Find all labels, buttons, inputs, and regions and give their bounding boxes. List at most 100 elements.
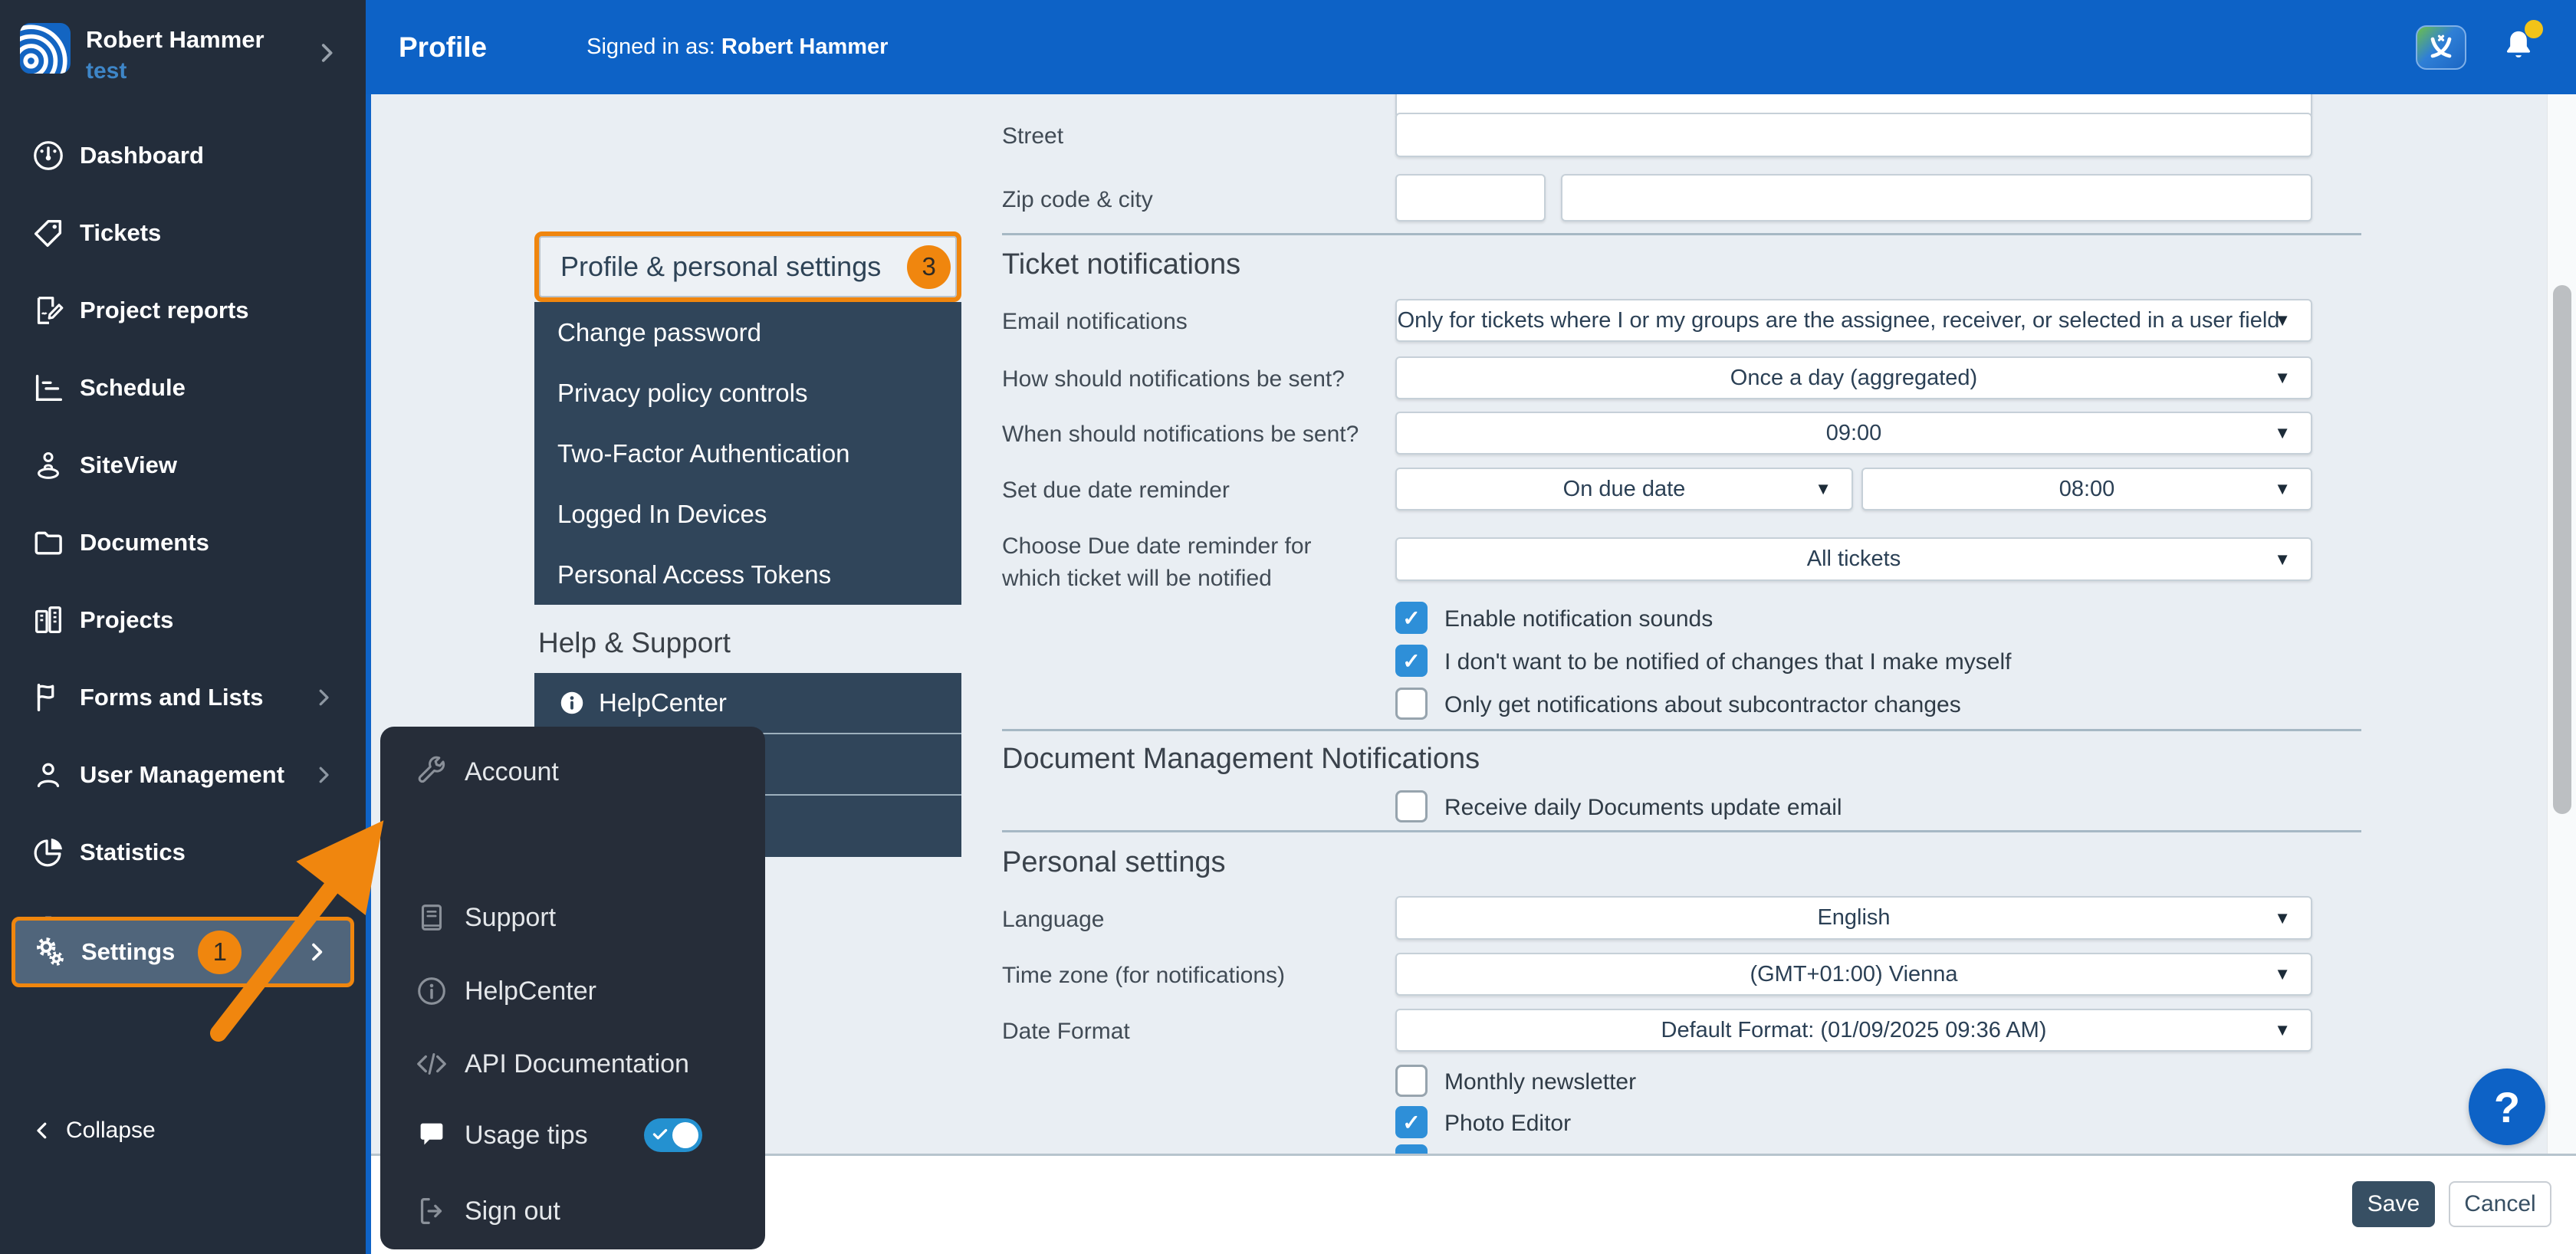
gears-icon	[32, 934, 67, 970]
caret-down-icon: ▼	[2274, 908, 2291, 928]
daily-documents-checkbox[interactable]	[1395, 790, 1428, 822]
due-reminder-time-select[interactable]: 08:00 ▼	[1861, 468, 2312, 510]
language-select[interactable]: English ▼	[1395, 896, 2312, 940]
choose-due-select[interactable]: All tickets ▼	[1395, 537, 2312, 581]
how-sent-value: Once a day (aggregated)	[1730, 366, 1977, 391]
toggle-knob	[672, 1122, 698, 1148]
settings-nav-item-tokens[interactable]: Personal Access Tokens	[534, 544, 961, 605]
zip-city-label: Zip code & city	[1002, 187, 1153, 213]
section-divider	[1002, 830, 2361, 832]
pie-chart-icon	[31, 835, 66, 870]
caret-down-icon: ▼	[1815, 479, 1832, 499]
caret-down-icon: ▼	[2274, 550, 2291, 570]
sign-out-icon	[414, 1193, 449, 1229]
daily-documents-label: Receive daily Documents update email	[1444, 795, 1842, 821]
sidebar-item-forms-and-lists[interactable]: Forms and Lists	[0, 658, 366, 736]
sidebar-item-projects[interactable]: Projects	[0, 581, 366, 658]
sidebar-item-documents[interactable]: Documents	[0, 504, 366, 581]
report-pencil-icon	[31, 293, 66, 328]
how-sent-label: How should notifications be sent?	[1002, 366, 1345, 392]
dateformat-value: Default Format: (01/09/2025 09:36 AM)	[1661, 1018, 2047, 1043]
app-logo-icon	[2424, 31, 2458, 64]
caret-down-icon: ▼	[2274, 310, 2291, 330]
sidebar-item-siteview[interactable]: SiteView	[0, 426, 366, 504]
help-item-helpcenter[interactable]: HelpCenter	[534, 673, 961, 734]
caret-down-icon: ▼	[2274, 368, 2291, 388]
company-logo-icon	[20, 23, 71, 74]
email-notifications-label: Email notifications	[1002, 309, 1188, 335]
gauge-icon	[31, 138, 66, 173]
sidebar-item-project-reports[interactable]: Project reports	[0, 271, 366, 349]
sidebar-item-statistics[interactable]: Statistics	[0, 813, 366, 891]
signed-in-text: Signed in as: Robert Hammer	[586, 34, 888, 60]
due-reminder-type-value: On due date	[1563, 477, 1686, 502]
notification-sounds-checkbox[interactable]: ✓	[1395, 602, 1428, 634]
dateformat-select[interactable]: Default Format: (01/09/2025 09:36 AM) ▼	[1395, 1009, 2312, 1052]
notifications-button[interactable]	[2499, 25, 2542, 71]
when-sent-select[interactable]: 09:00 ▼	[1395, 412, 2312, 455]
scrollbar-thumb[interactable]	[2553, 285, 2571, 814]
photo-editor-checkbox[interactable]: ✓	[1395, 1106, 1428, 1138]
sidebar-item-dashboard[interactable]: Dashboard	[0, 117, 366, 194]
no-self-notify-label: I don't want to be notified of changes t…	[1444, 649, 2011, 675]
help-support-heading: Help & Support	[538, 627, 731, 659]
monthly-newsletter-checkbox[interactable]	[1395, 1065, 1428, 1097]
chevron-right-icon	[312, 686, 335, 709]
settings-nav-item-privacy[interactable]: Privacy policy controls	[534, 363, 961, 423]
settings-nav-item-2fa[interactable]: Two-Factor Authentication	[534, 423, 961, 484]
info-icon	[557, 688, 586, 717]
personal-settings-heading: Personal settings	[1002, 846, 1226, 879]
dateformat-label: Date Format	[1002, 1019, 1130, 1045]
usage-tips-toggle[interactable]	[644, 1118, 702, 1152]
settings-nav-list: Change password Privacy policy controls …	[534, 302, 961, 605]
email-notifications-select[interactable]: Only for tickets where I or my groups ar…	[1395, 299, 2312, 342]
step-badge-3: 3	[907, 245, 951, 289]
menu-item-usage-tips[interactable]: Usage tips	[380, 1111, 765, 1160]
settings-nav-item-devices[interactable]: Logged In Devices	[534, 484, 961, 544]
no-self-notify-checkbox[interactable]: ✓	[1395, 645, 1428, 677]
check-icon	[650, 1124, 670, 1144]
signed-in-user: Robert Hammer	[721, 34, 889, 59]
app-switcher-button[interactable]	[2416, 25, 2466, 70]
gantt-icon	[31, 370, 66, 405]
menu-item-sign-out[interactable]: Sign out	[380, 1187, 765, 1236]
city-input[interactable]	[1561, 174, 2312, 222]
due-reminder-type-select[interactable]: On due date ▼	[1395, 468, 1853, 510]
menu-item-support[interactable]: Support	[380, 893, 765, 942]
save-button[interactable]: Save	[2352, 1181, 2435, 1227]
person-pin-icon	[31, 448, 66, 483]
chevron-right-icon	[312, 763, 335, 786]
how-sent-select[interactable]: Once a day (aggregated) ▼	[1395, 356, 2312, 399]
menu-item-account[interactable]: Account	[380, 747, 765, 796]
settings-nav-active-item[interactable]: Profile & personal settings 3	[534, 231, 961, 302]
sidebar-item-user-management[interactable]: User Management	[0, 736, 366, 813]
account-switcher[interactable]: Robert Hammer test	[0, 0, 366, 107]
wrench-icon	[414, 754, 449, 789]
step-badge-1: 1	[198, 931, 242, 974]
timezone-select[interactable]: (GMT+01:00) Vienna ▼	[1395, 953, 2312, 996]
page-title: Profile	[399, 31, 487, 64]
settings-nav-item-change-password[interactable]: Change password	[534, 302, 961, 363]
street-input[interactable]	[1395, 113, 2312, 157]
ticket-notifications-heading: Ticket notifications	[1002, 248, 1240, 281]
help-button[interactable]: ?	[2469, 1069, 2545, 1145]
subcontractor-only-checkbox[interactable]	[1395, 688, 1428, 720]
cancel-button[interactable]: Cancel	[2449, 1181, 2551, 1227]
notification-sounds-label: Enable notification sounds	[1444, 606, 1713, 632]
sidebar-item-settings[interactable]: Settings 1	[12, 917, 354, 987]
user-icon	[31, 757, 66, 793]
cutoff-checkbox[interactable]	[1395, 1144, 1428, 1154]
zip-input[interactable]	[1395, 174, 1546, 222]
chat-bubble-icon	[414, 1118, 449, 1153]
subcontractor-only-label: Only get notifications about subcontract…	[1444, 692, 1961, 718]
choose-due-value: All tickets	[1807, 547, 1901, 572]
timezone-value: (GMT+01:00) Vienna	[1750, 962, 1957, 987]
monthly-newsletter-label: Monthly newsletter	[1444, 1069, 1636, 1095]
document-notifications-heading: Document Management Notifications	[1002, 743, 1480, 776]
menu-item-helpcenter[interactable]: HelpCenter	[380, 967, 765, 1016]
sidebar-item-schedule[interactable]: Schedule	[0, 349, 366, 426]
collapse-button[interactable]: Collapse	[31, 1118, 156, 1144]
folder-icon	[31, 525, 66, 560]
sidebar-item-tickets[interactable]: Tickets	[0, 194, 366, 271]
menu-item-api-documentation[interactable]: API Documentation	[380, 1039, 765, 1088]
